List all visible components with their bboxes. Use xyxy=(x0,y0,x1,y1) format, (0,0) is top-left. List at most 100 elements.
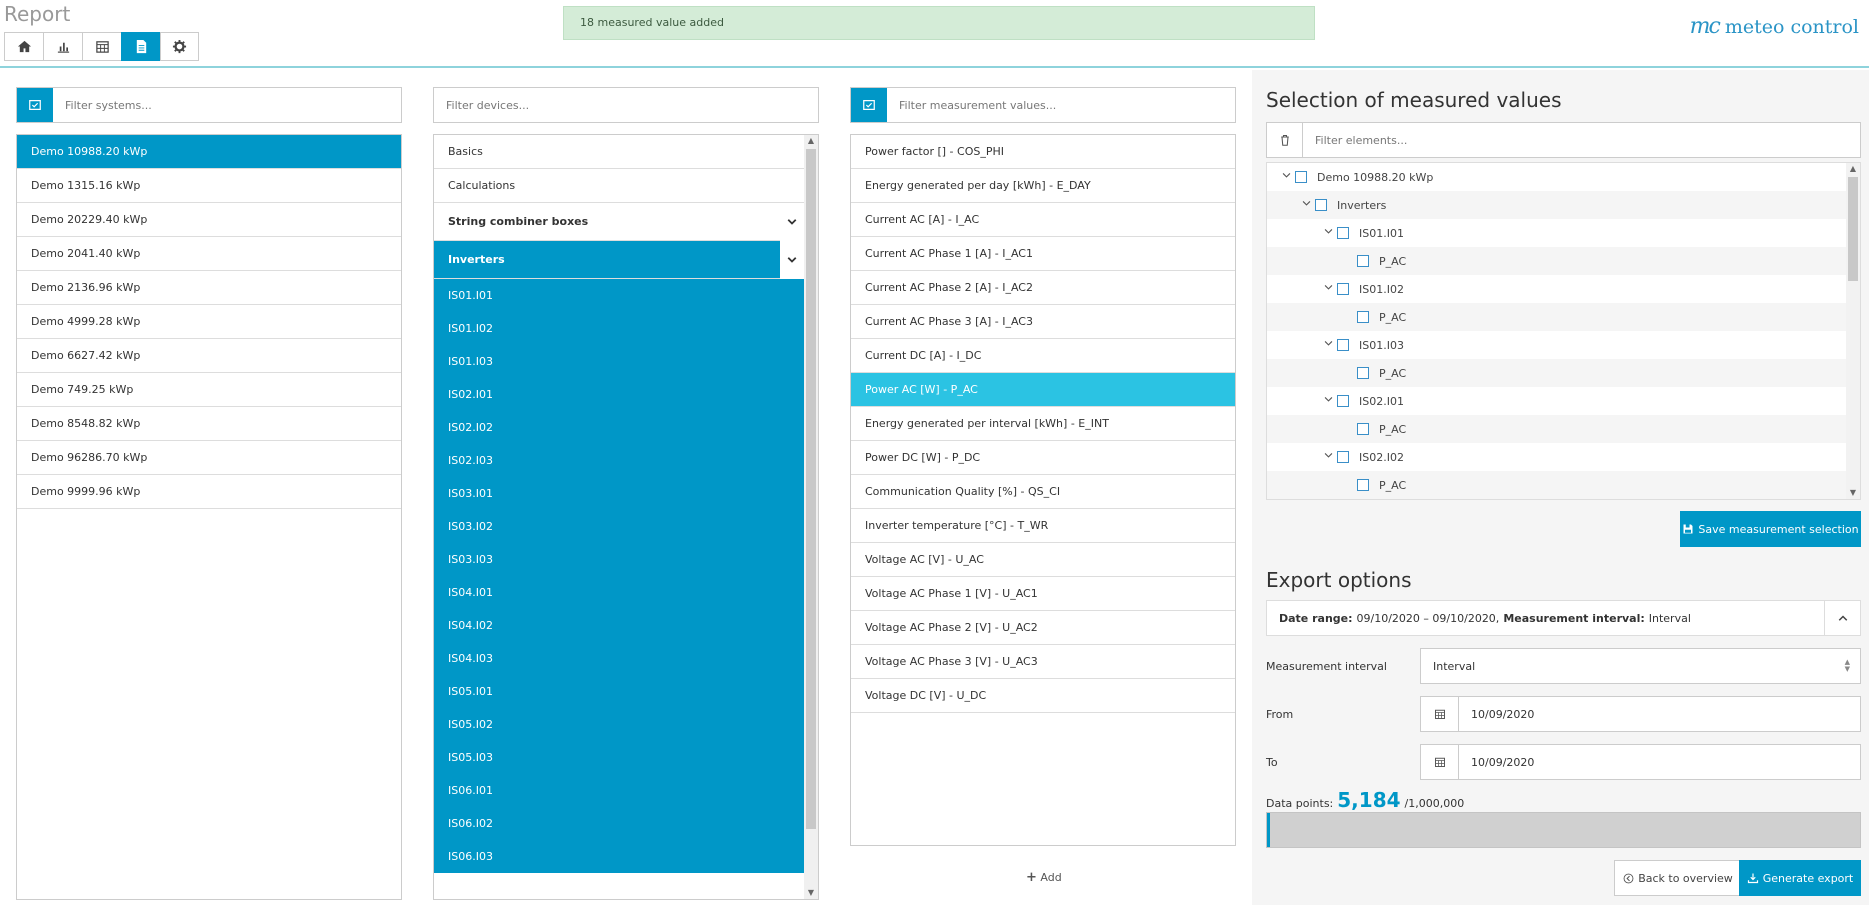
tree-checkbox[interactable] xyxy=(1357,367,1369,379)
measurement-item[interactable]: Current DC [A] - I_DC xyxy=(851,339,1235,373)
from-calendar-button[interactable] xyxy=(1421,697,1459,731)
to-calendar-button[interactable] xyxy=(1421,745,1459,779)
tree-node-system[interactable]: Demo 10988.20 kWp xyxy=(1267,163,1860,191)
tree-node-device[interactable]: IS02.I02 xyxy=(1267,443,1860,471)
chevron-down-icon[interactable] xyxy=(1319,226,1337,240)
clear-selection-button[interactable] xyxy=(1267,123,1303,157)
measurement-item[interactable]: Current AC [A] - I_AC xyxy=(851,203,1235,237)
date-range-summary[interactable]: Date range: 09/10/2020 – 09/10/2020, Mea… xyxy=(1266,600,1861,636)
tree-scrollbar[interactable]: ▲ ▼ xyxy=(1846,163,1860,499)
measurements-select-all-button[interactable] xyxy=(851,88,887,122)
measurement-item[interactable]: Power factor [] - COS_PHI xyxy=(851,135,1235,169)
inverter-item[interactable]: IS05.I01 xyxy=(434,675,804,708)
tree-node-device[interactable]: IS01.I02 xyxy=(1267,275,1860,303)
scroll-up-icon[interactable]: ▲ xyxy=(1846,163,1860,175)
inverter-item[interactable]: IS01.I02 xyxy=(434,312,804,345)
inverter-item[interactable]: IS06.I03 xyxy=(434,840,804,873)
measurement-item[interactable]: Voltage DC [V] - U_DC xyxy=(851,679,1235,713)
report-button[interactable] xyxy=(121,32,160,61)
from-date-field[interactable]: 10/09/2020 xyxy=(1420,696,1861,732)
scroll-down-icon[interactable]: ▼ xyxy=(1846,487,1860,499)
scroll-down-icon[interactable]: ▼ xyxy=(804,887,818,899)
system-item[interactable]: Demo 20229.40 kWp xyxy=(17,203,401,237)
add-button[interactable]: + Add xyxy=(1026,870,1062,885)
inverter-item[interactable]: IS01.I01 xyxy=(434,279,804,312)
inverter-item[interactable]: IS03.I02 xyxy=(434,510,804,543)
measurement-item[interactable]: Current AC Phase 1 [A] - I_AC1 xyxy=(851,237,1235,271)
tree-checkbox[interactable] xyxy=(1337,339,1349,351)
inverter-item[interactable]: IS04.I01 xyxy=(434,576,804,609)
tree-checkbox[interactable] xyxy=(1295,171,1307,183)
chevron-down-icon[interactable] xyxy=(1297,198,1315,212)
tree-checkbox[interactable] xyxy=(1337,395,1349,407)
tree-checkbox[interactable] xyxy=(1357,479,1369,491)
chevron-down-icon[interactable] xyxy=(1319,394,1337,408)
tree-checkbox[interactable] xyxy=(1315,199,1327,211)
system-item[interactable]: Demo 6627.42 kWp xyxy=(17,339,401,373)
tree-node-value[interactable]: P_AC xyxy=(1267,415,1860,443)
device-group-item[interactable]: Inverters xyxy=(434,241,804,279)
system-item[interactable]: Demo 10988.20 kWp xyxy=(17,135,401,169)
inverter-item[interactable]: IS03.I03 xyxy=(434,543,804,576)
inverter-item[interactable]: IS03.I01 xyxy=(434,477,804,510)
inverter-item[interactable]: IS02.I02 xyxy=(434,411,804,444)
measurement-item[interactable]: Power DC [W] - P_DC xyxy=(851,441,1235,475)
settings-button[interactable] xyxy=(160,32,199,61)
measurement-item[interactable]: Current AC Phase 3 [A] - I_AC3 xyxy=(851,305,1235,339)
tree-checkbox[interactable] xyxy=(1337,451,1349,463)
tree-scroll-thumb[interactable] xyxy=(1848,177,1858,281)
tree-node-value[interactable]: P_AC xyxy=(1267,247,1860,275)
inverter-item[interactable]: IS05.I03 xyxy=(434,741,804,774)
measurement-item[interactable]: Voltage AC Phase 3 [V] - U_AC3 xyxy=(851,645,1235,679)
system-item[interactable]: Demo 96286.70 kWp xyxy=(17,441,401,475)
inverter-item[interactable]: IS06.I01 xyxy=(434,774,804,807)
measurement-item[interactable]: Energy generated per day [kWh] - E_DAY xyxy=(851,169,1235,203)
system-item[interactable]: Demo 4999.28 kWp xyxy=(17,305,401,339)
system-item[interactable]: Demo 2136.96 kWp xyxy=(17,271,401,305)
chevron-down-icon[interactable] xyxy=(1319,282,1337,296)
measurement-item[interactable]: Inverter temperature [°C] - T_WR xyxy=(851,509,1235,543)
inverter-item[interactable]: IS04.I02 xyxy=(434,609,804,642)
scroll-up-icon[interactable]: ▲ xyxy=(804,135,818,147)
generate-export-button[interactable]: Generate export xyxy=(1739,860,1861,896)
devices-filter-input[interactable] xyxy=(434,88,818,122)
tree-node-group[interactable]: Inverters xyxy=(1267,191,1860,219)
tree-checkbox[interactable] xyxy=(1357,311,1369,323)
collapse-button[interactable] xyxy=(1824,601,1860,635)
expand-toggle-button[interactable] xyxy=(780,203,804,241)
elements-filter-input[interactable] xyxy=(1303,123,1860,157)
tree-node-value[interactable]: P_AC xyxy=(1267,303,1860,331)
measurements-filter-input[interactable] xyxy=(887,88,1235,122)
measurement-item[interactable]: Voltage AC Phase 2 [V] - U_AC2 xyxy=(851,611,1235,645)
inverter-item[interactable]: IS06.I02 xyxy=(434,807,804,840)
tree-node-value[interactable]: P_AC xyxy=(1267,359,1860,387)
tree-checkbox[interactable] xyxy=(1357,255,1369,267)
system-item[interactable]: Demo 2041.40 kWp xyxy=(17,237,401,271)
measurement-item[interactable]: Voltage AC [V] - U_AC xyxy=(851,543,1235,577)
calendar-button[interactable] xyxy=(82,32,121,61)
tree-node-value[interactable]: P_AC xyxy=(1267,471,1860,499)
devices-scrollbar[interactable]: ▲ ▼ xyxy=(804,135,818,899)
systems-filter-input[interactable] xyxy=(53,88,401,122)
to-date-field[interactable]: 10/09/2020 xyxy=(1420,744,1861,780)
inverter-item[interactable]: IS02.I01 xyxy=(434,378,804,411)
inverter-item[interactable]: IS04.I03 xyxy=(434,642,804,675)
chevron-down-icon[interactable] xyxy=(1277,170,1295,184)
system-item[interactable]: Demo 749.25 kWp xyxy=(17,373,401,407)
measurement-item[interactable]: Communication Quality [%] - QS_CI xyxy=(851,475,1235,509)
system-item[interactable]: Demo 8548.82 kWp xyxy=(17,407,401,441)
devices-scroll-thumb[interactable] xyxy=(806,149,816,829)
inverter-item[interactable]: IS01.I03 xyxy=(434,345,804,378)
tree-node-device[interactable]: IS02.I01 xyxy=(1267,387,1860,415)
back-to-overview-button[interactable]: Back to overview xyxy=(1614,860,1742,896)
home-button[interactable] xyxy=(4,32,43,61)
tree-checkbox[interactable] xyxy=(1337,227,1349,239)
device-group-item[interactable]: Basics xyxy=(434,135,804,169)
tree-checkbox[interactable] xyxy=(1357,423,1369,435)
measurement-item[interactable]: Current AC Phase 2 [A] - I_AC2 xyxy=(851,271,1235,305)
tree-checkbox[interactable] xyxy=(1337,283,1349,295)
systems-select-all-button[interactable] xyxy=(17,88,53,122)
measurement-item[interactable]: Voltage AC Phase 1 [V] - U_AC1 xyxy=(851,577,1235,611)
chevron-down-icon[interactable] xyxy=(1319,338,1337,352)
inverter-item[interactable]: IS05.I02 xyxy=(434,708,804,741)
